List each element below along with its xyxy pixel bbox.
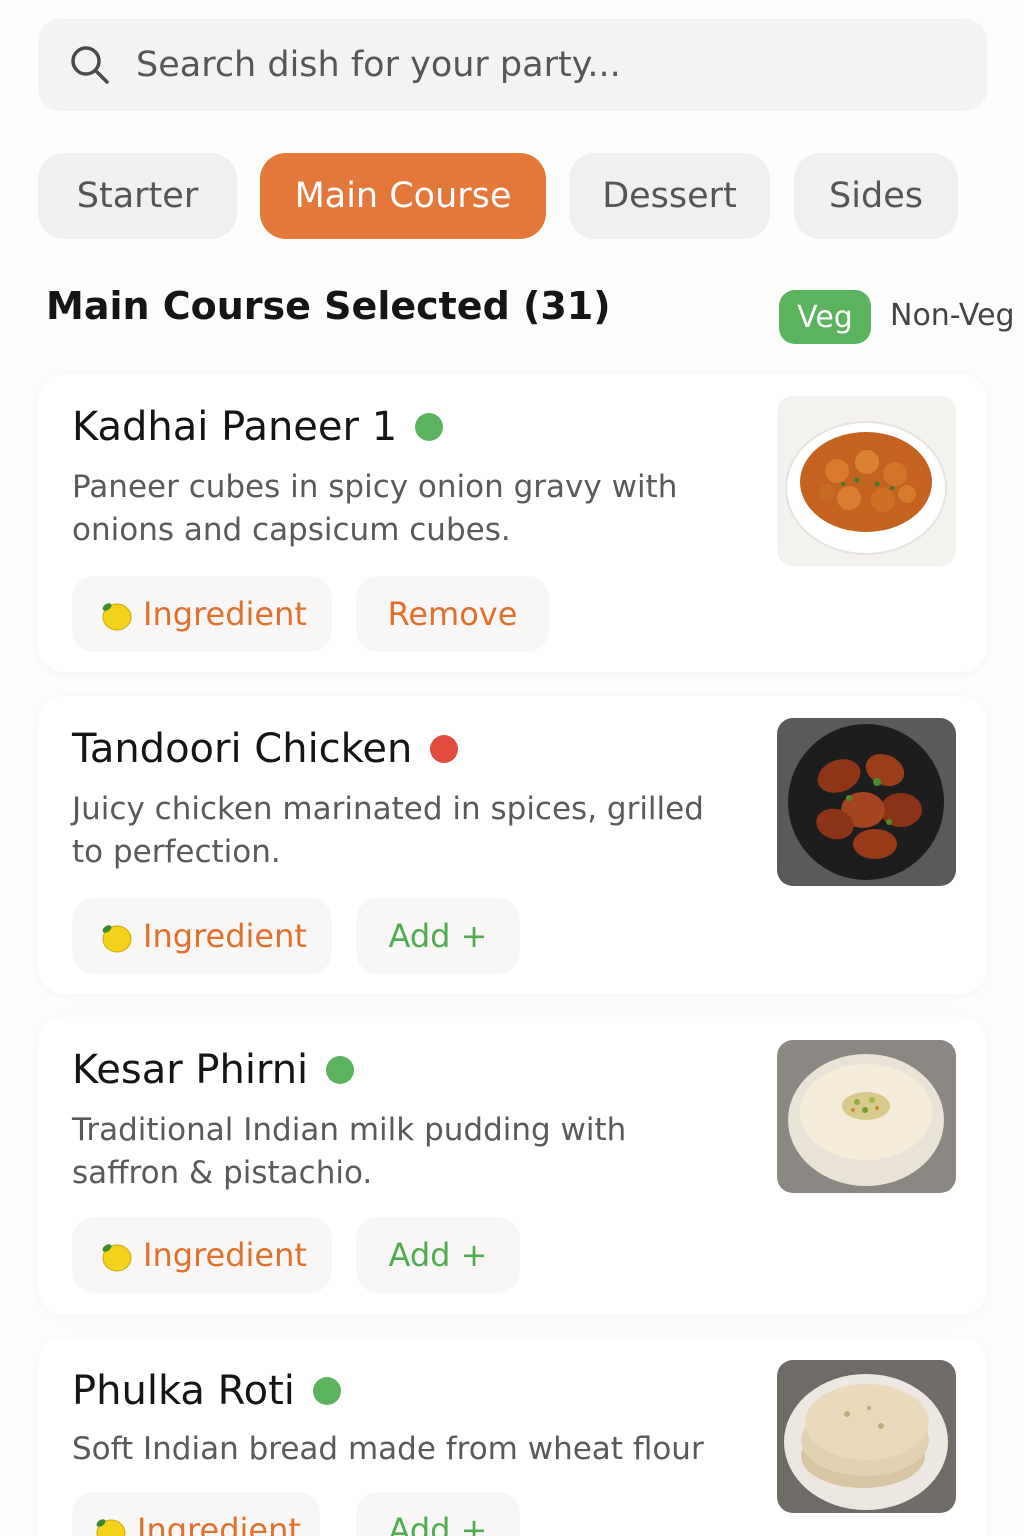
ingredient-button[interactable]: Ingredient (72, 1217, 332, 1293)
nonveg-filter-button[interactable]: Non-Veg (890, 298, 1015, 333)
tab-starter[interactable]: Starter (38, 153, 237, 239)
dish-name-row: Kesar Phirni (72, 1047, 355, 1093)
dish-name: Phulka Roti (72, 1368, 295, 1414)
dish-name: Kadhai Paneer 1 (72, 404, 398, 450)
paneer-curry-image (777, 396, 956, 566)
lemon-icon (96, 1519, 126, 1536)
tab-main-course[interactable]: Main Course (260, 153, 546, 239)
lemon-icon (102, 925, 132, 953)
veg-indicator-icon (326, 1056, 355, 1084)
tab-dessert[interactable]: Dessert (569, 153, 770, 239)
add-button[interactable]: Add + (356, 1217, 520, 1293)
ingredient-label: Ingredient (143, 1236, 307, 1274)
dish-description: Soft Indian bread made from wheat flour (72, 1431, 704, 1467)
section-title: Main Course Selected (31) (46, 284, 611, 328)
nonveg-indicator-icon (430, 735, 459, 763)
dish-description: Traditional Indian milk pudding with saf… (72, 1112, 627, 1191)
ingredient-label: Ingredient (143, 917, 307, 955)
lemon-icon (102, 603, 132, 631)
dish-name-row: Phulka Roti (72, 1368, 341, 1414)
dish-description: Juicy chicken marinated in spices, grill… (72, 791, 704, 870)
tab-sides[interactable]: Sides (794, 153, 958, 239)
dish-name: Kesar Phirni (72, 1047, 309, 1093)
ingredient-label: Ingredient (143, 595, 307, 633)
dish-name-row: Kadhai Paneer 1 (72, 404, 444, 450)
phulka-roti-image (777, 1360, 956, 1513)
add-button[interactable]: Add + (356, 1492, 520, 1536)
phirni-image (777, 1040, 956, 1193)
search-icon (71, 46, 109, 84)
dish-name-row: Tandoori Chicken (72, 726, 459, 772)
search-bar[interactable] (38, 19, 987, 111)
lemon-icon (102, 1244, 132, 1272)
ingredient-button[interactable]: Ingredient (72, 898, 332, 974)
add-button[interactable]: Add + (356, 898, 520, 974)
remove-button[interactable]: Remove (356, 576, 549, 652)
page: Starter Main Course Dessert Sides Main C… (0, 0, 1024, 1536)
veg-indicator-icon (415, 413, 444, 441)
tandoori-chicken-image (777, 718, 956, 886)
dish-card: Kesar Phirni Traditional Indian milk pud… (38, 1017, 987, 1315)
ingredient-button[interactable]: Ingredient (72, 576, 332, 652)
ingredient-label: Ingredient (137, 1511, 301, 1536)
dish-card: Phulka Roti Soft Indian bread made from … (38, 1338, 987, 1536)
search-input[interactable] (136, 45, 936, 85)
ingredient-button[interactable]: Ingredient (72, 1492, 320, 1536)
dish-description: Paneer cubes in spicy onion gravy with o… (72, 469, 678, 548)
veg-filter-button[interactable]: Veg (779, 290, 871, 344)
dish-name: Tandoori Chicken (72, 726, 413, 772)
dish-card: Kadhai Paneer 1 Paneer cubes in spicy on… (38, 374, 987, 672)
veg-indicator-icon (312, 1377, 341, 1405)
dish-card: Tandoori Chicken Juicy chicken marinated… (38, 696, 987, 994)
